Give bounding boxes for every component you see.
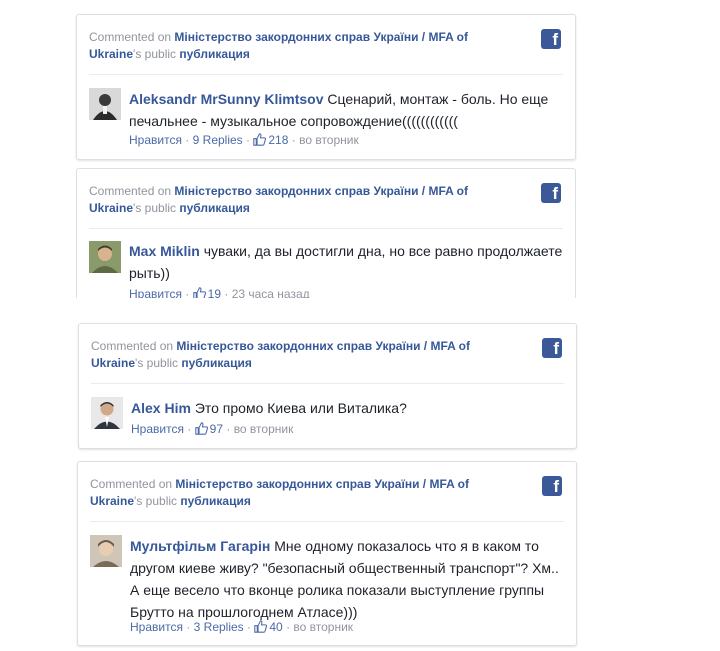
context-public: public xyxy=(145,494,178,508)
post-link[interactable]: публикация xyxy=(181,356,251,370)
comment-author[interactable]: Мультфільм Гагарін xyxy=(130,538,270,554)
comment-actions: Нравится · 19 · 23 часа назад xyxy=(129,286,310,298)
divider xyxy=(91,383,564,384)
comment-card: Commented on Міністерство закордонних сп… xyxy=(78,323,577,449)
context-suffix: 's xyxy=(135,356,144,370)
thumbs-up-icon xyxy=(194,422,208,439)
avatar[interactable] xyxy=(89,241,121,273)
thumbs-up-icon xyxy=(253,133,267,150)
divider xyxy=(89,228,563,229)
comment-actions: Нравится · 3 Replies · 40 · во вторник xyxy=(130,619,353,637)
like-link[interactable]: Нравится xyxy=(130,620,183,634)
comment-context: Commented on Міністерство закордонних сп… xyxy=(91,338,516,372)
avatar[interactable] xyxy=(90,535,122,567)
like-count: 40 xyxy=(269,620,283,634)
comment-actions: Нравится · 97 · во вторник xyxy=(131,421,293,439)
comment-context: Commented on Міністерство закордонних сп… xyxy=(89,183,515,217)
comment-body: Aleksandr MrSunny Klimtsov Сценарий, мон… xyxy=(129,88,563,132)
comment-actions: Нравится · 9 Replies · 218 · во вторник xyxy=(129,132,359,150)
thumbs-up-icon xyxy=(254,620,268,637)
context-prefix: Commented on xyxy=(89,184,172,198)
comment-author[interactable]: Aleksandr MrSunny Klimtsov xyxy=(129,91,324,107)
context-prefix: Commented on xyxy=(89,30,172,44)
context-public: public xyxy=(146,356,179,370)
comment-context: Commented on Міністерство закордонних сп… xyxy=(90,476,516,510)
like-link[interactable]: Нравится xyxy=(129,287,182,298)
comment-author[interactable]: Alex Him xyxy=(131,400,191,416)
context-suffix: 's xyxy=(133,201,142,215)
comment-card: Commented on Міністерство закордонних сп… xyxy=(76,14,576,160)
like-link[interactable]: Нравится xyxy=(131,422,184,436)
avatar[interactable] xyxy=(89,88,121,120)
context-public: public xyxy=(144,47,177,61)
replies-link[interactable]: 9 Replies xyxy=(193,133,243,147)
comment-author[interactable]: Max Miklin xyxy=(129,243,200,259)
timestamp: 23 часа назад xyxy=(231,287,310,298)
post-link[interactable]: публикация xyxy=(180,494,250,508)
divider xyxy=(90,521,564,522)
thumbs-up-icon xyxy=(192,287,206,298)
context-suffix: 's xyxy=(134,494,143,508)
comment-card: Commented on Міністерство закордонних сп… xyxy=(76,168,576,298)
timestamp: во вторник xyxy=(233,422,294,436)
avatar[interactable] xyxy=(91,397,123,429)
facebook-icon[interactable]: f xyxy=(541,29,561,49)
timestamp: во вторник xyxy=(293,620,354,634)
context-prefix: Commented on xyxy=(91,339,174,353)
context-suffix: 's xyxy=(133,47,142,61)
post-link[interactable]: публикация xyxy=(179,201,249,215)
timestamp: во вторник xyxy=(299,133,359,147)
post-link[interactable]: публикация xyxy=(179,47,249,61)
context-public: public xyxy=(144,201,177,215)
facebook-icon[interactable]: f xyxy=(541,183,561,203)
like-link[interactable]: Нравится xyxy=(129,133,182,147)
like-count: 97 xyxy=(209,422,223,436)
comment-text: Это промо Киева или Виталика? xyxy=(194,400,407,416)
comment-context: Commented on Міністерство закордонних сп… xyxy=(89,29,515,63)
like-count: 218 xyxy=(268,133,289,147)
comment-body: Max Miklin чуваки, да вы достигли дна, н… xyxy=(129,240,563,284)
facebook-icon[interactable]: f xyxy=(542,476,562,496)
replies-link[interactable]: 3 Replies xyxy=(194,620,244,634)
comment-card: Commented on Міністерство закордонних сп… xyxy=(77,461,577,646)
context-prefix: Commented on xyxy=(90,477,173,491)
facebook-icon[interactable]: f xyxy=(542,338,562,358)
like-count: 19 xyxy=(207,287,221,298)
comment-body: Мультфільм Гагарін Мне одному показалось… xyxy=(130,535,564,623)
comment-body: Alex Him Это промо Киева или Виталика? xyxy=(131,397,564,419)
divider xyxy=(89,74,563,75)
